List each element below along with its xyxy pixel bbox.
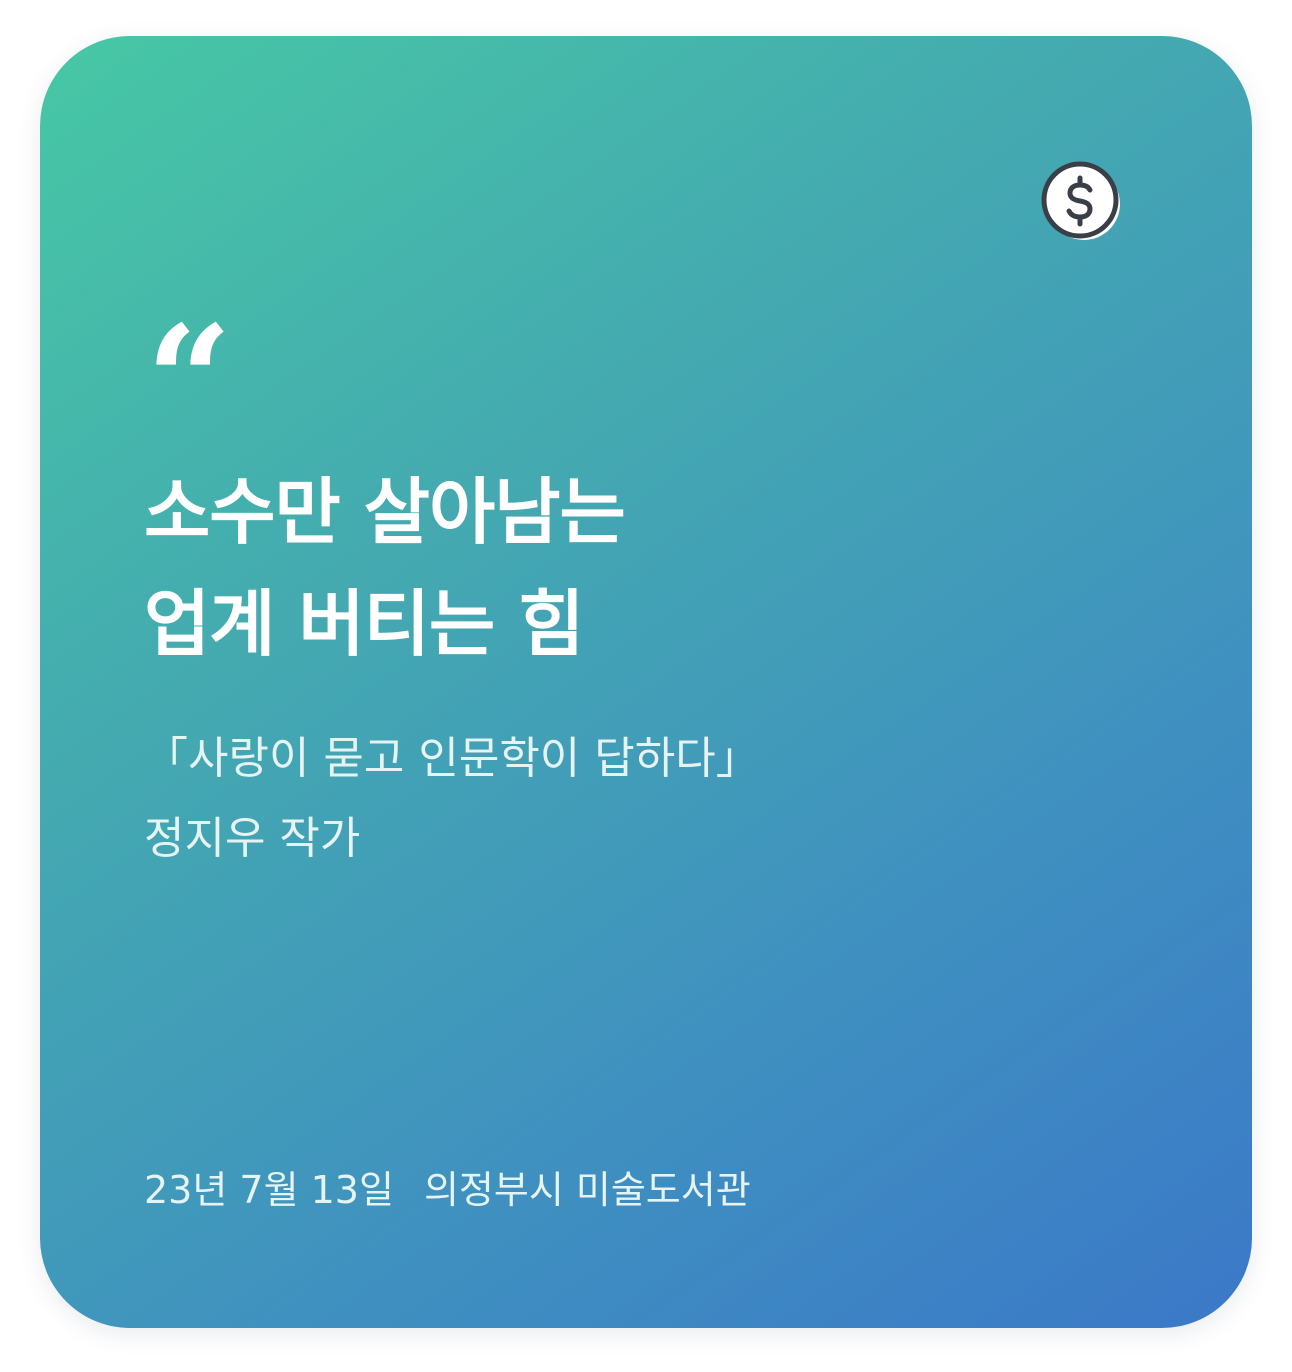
headline-line-2: 업계 버티는 힘 (144, 582, 585, 666)
event-info: 23년 7월 13일 의정부시 미술도서관 (144, 1160, 751, 1220)
event-card[interactable]: “ 소수만 살아남는 업계 버티는 힘 「사랑이 묻고 인문학이 답하다」 정지… (40, 36, 1252, 1328)
event-venue: 의정부시 미술도서관 (423, 1168, 751, 1212)
quote-mark-icon: “ (146, 306, 233, 416)
dollar-coin-icon (1040, 160, 1124, 244)
event-date: 23년 7월 13일 (144, 1168, 394, 1212)
book-title: 「사랑이 묻고 인문학이 답하다」 (144, 733, 760, 784)
headline-line-1: 소수만 살아남는 (144, 470, 626, 554)
quote-headline: 소수만 살아남는 업계 버티는 힘 (144, 456, 1144, 680)
author-name: 정지우 작가 (144, 813, 361, 864)
